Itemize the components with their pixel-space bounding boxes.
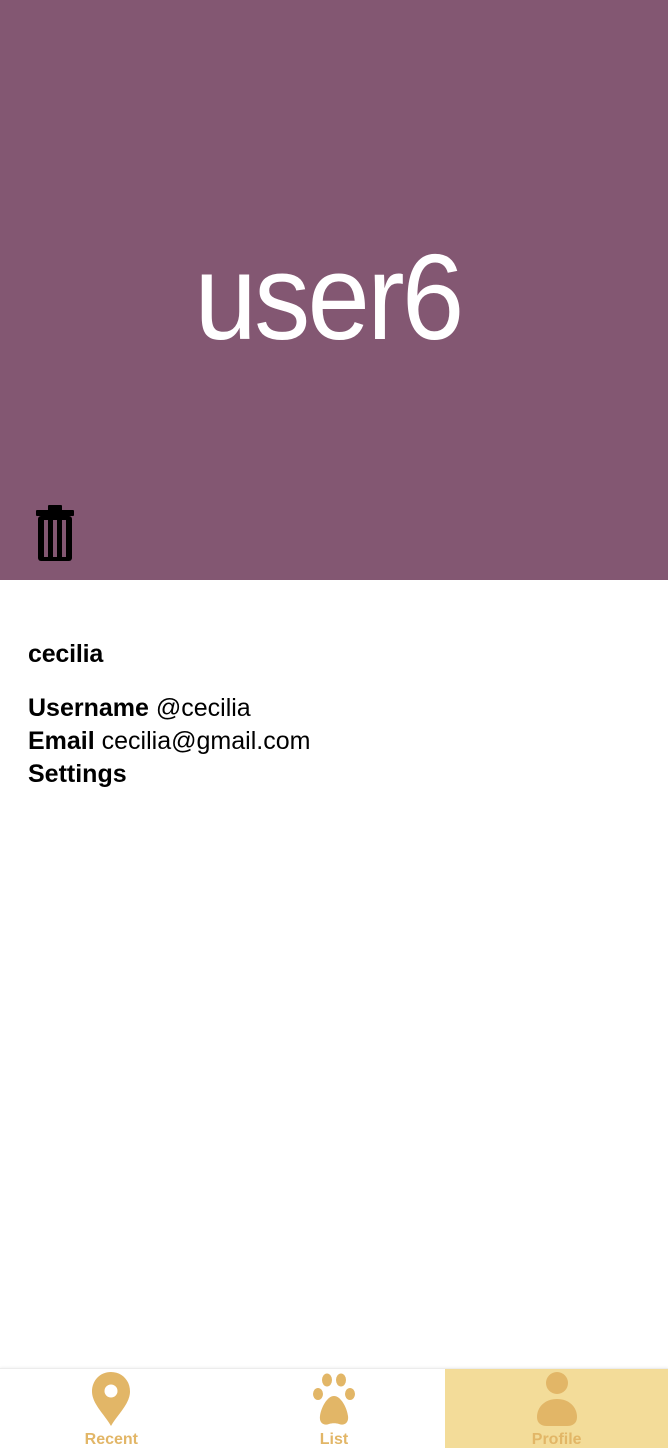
nav-label-recent: Recent: [84, 1431, 139, 1448]
map-pin-icon: [85, 1371, 137, 1429]
nav-tab-profile[interactable]: Profile: [445, 1369, 668, 1448]
trash-icon: [36, 505, 74, 561]
person-icon: [531, 1371, 583, 1429]
profile-info-list: Username @cecilia Email cecilia@gmail.co…: [28, 692, 628, 790]
username-row: Username @cecilia: [28, 692, 628, 725]
nav-label-profile: Profile: [531, 1431, 582, 1448]
profile-details: cecilia Username @cecilia Email cecilia@…: [28, 636, 628, 790]
email-row: Email cecilia@gmail.com: [28, 725, 628, 758]
username-label: Username: [28, 694, 149, 722]
bottom-navigation-bar: Recent List Profile: [0, 1368, 668, 1448]
delete-button[interactable]: [35, 505, 75, 561]
paw-icon: [308, 1371, 360, 1429]
nav-tab-list[interactable]: List: [223, 1369, 446, 1448]
banner-title: user6: [194, 229, 465, 365]
settings-link[interactable]: Settings: [28, 758, 127, 790]
display-name: cecilia: [28, 640, 104, 668]
nav-label-list: List: [319, 1431, 349, 1448]
profile-screen: user6 cecilia Username @cecilia Email ce…: [0, 0, 668, 1448]
email-label: Email: [28, 727, 95, 755]
username-value: @cecilia: [155, 694, 251, 722]
email-value: cecilia@gmail.com: [101, 727, 311, 755]
nav-tab-recent[interactable]: Recent: [0, 1369, 223, 1448]
profile-banner-image: user6: [0, 0, 668, 580]
